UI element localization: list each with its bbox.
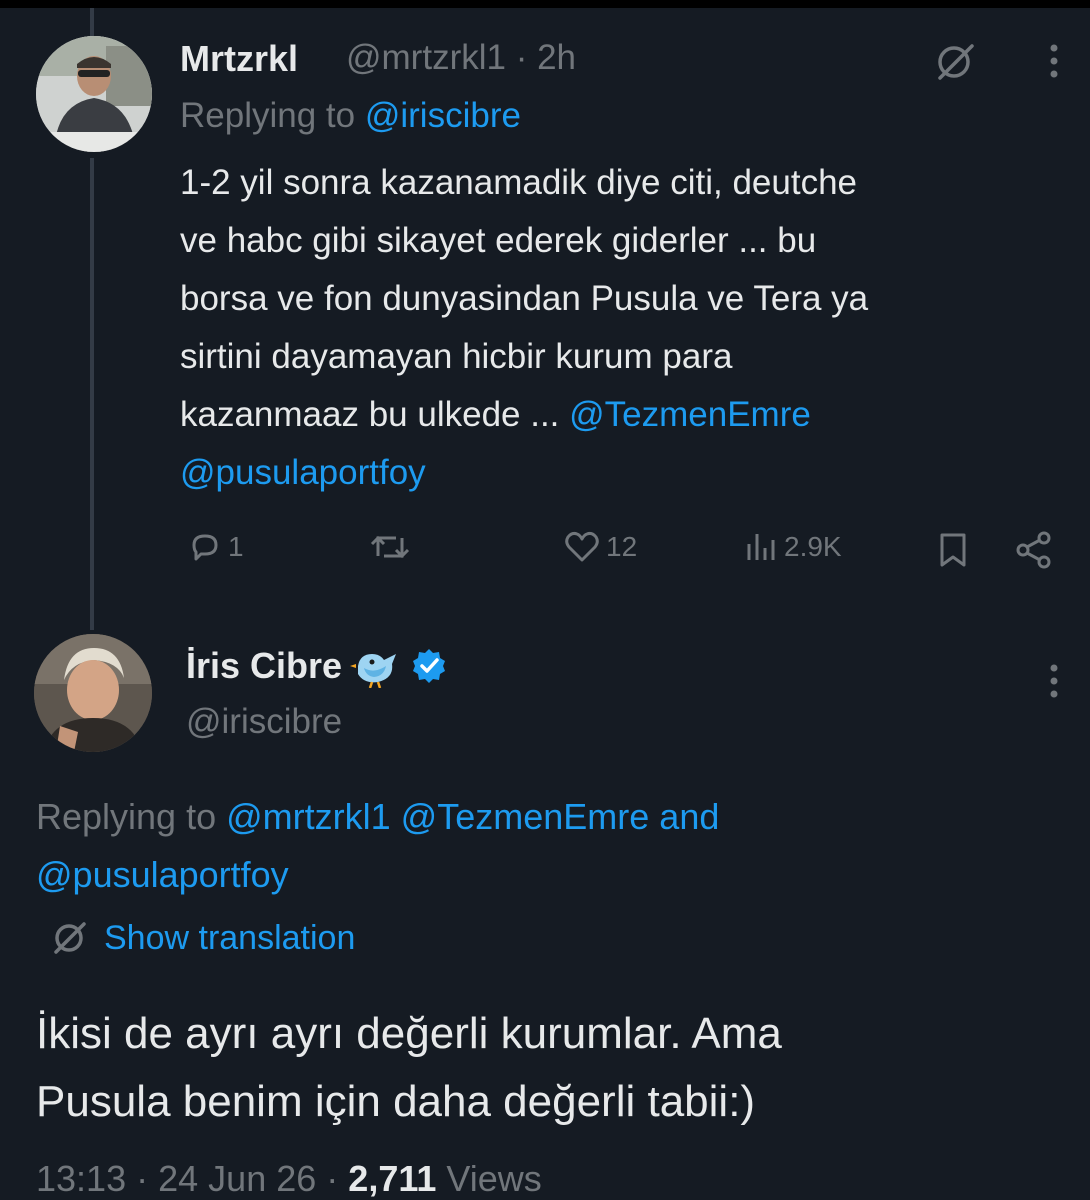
- and-word: and: [659, 796, 720, 837]
- author-name[interactable]: İris Cibre: [186, 645, 342, 687]
- retweet-icon: [370, 530, 410, 564]
- show-translation-label[interactable]: Show translation: [104, 919, 355, 958]
- text-line: 1-2 yil sonra kazanamadik diye citi, deu…: [180, 163, 858, 202]
- replying-to-mention[interactable]: @pusulaportfoy: [36, 854, 289, 895]
- reply-icon: [188, 530, 222, 564]
- text-line: ve habc gibi sikayet ederek giderler ...…: [180, 221, 817, 260]
- reply-count: 1: [228, 531, 244, 562]
- replying-to-line: Replying to @mrtzrkl1 @TezmenEmre and @p…: [36, 788, 1016, 904]
- author-name[interactable]: Mrtzrkl: [180, 38, 298, 80]
- views-count: 2.9K: [784, 531, 842, 562]
- mention-link[interactable]: @pusulaportfoy: [180, 444, 868, 502]
- replying-to-mention[interactable]: @mrtzrkl1: [226, 796, 391, 837]
- text-segment: kazanmaaz bu ulkede ...: [180, 395, 570, 434]
- retweet-button[interactable]: [370, 530, 416, 564]
- timestamp[interactable]: 13:13: [36, 1158, 126, 1199]
- separator: ·: [136, 1158, 149, 1199]
- separator: ·: [326, 1158, 339, 1199]
- top-edge: [0, 0, 1090, 8]
- thread-line: [90, 8, 94, 36]
- author-handle[interactable]: @mrtzrkl1 · 2h: [346, 38, 576, 78]
- more-icon[interactable]: [1044, 42, 1064, 82]
- timestamp[interactable]: 2h: [537, 38, 576, 77]
- like-count: 12: [606, 531, 638, 562]
- author-row: İris Cibre: [186, 644, 448, 688]
- replying-to-line: Replying to @iriscibre: [180, 96, 521, 136]
- tweet-text: İkisi de ayrı ayrı değerli kurumlar. Ama…: [36, 1000, 782, 1136]
- like-icon: [564, 530, 600, 564]
- share-icon[interactable]: [1014, 530, 1054, 570]
- avatar[interactable]: [34, 634, 152, 752]
- replying-to-mention[interactable]: @TezmenEmre: [401, 796, 650, 837]
- views-label: Views: [446, 1158, 542, 1199]
- mention-link[interactable]: @TezmenEmre: [569, 395, 811, 434]
- like-button[interactable]: 12: [564, 530, 637, 564]
- text-line: borsa ve fon dunyasindan Pusula ve Tera …: [180, 279, 869, 318]
- date[interactable]: 24 Jun 26: [158, 1158, 316, 1199]
- text-line: Pusula benim için daha değerli tabii:): [36, 1077, 756, 1126]
- thread-line: [90, 158, 94, 630]
- views-count: 2,711: [348, 1158, 437, 1199]
- views-icon: [744, 530, 778, 564]
- show-translation-button[interactable]: Show translation: [50, 918, 355, 958]
- replying-prefix: Replying to: [180, 96, 356, 135]
- views-button[interactable]: 2.9K: [744, 530, 842, 564]
- tweet-meta: 13:13 · 24 Jun 26 · 2,711 Views: [36, 1158, 542, 1200]
- tweet-text: 1-2 yil sonra kazanamadik diye citi, deu…: [180, 154, 868, 502]
- separator: ·: [515, 38, 528, 77]
- text-line: sirtini dayamayan hicbir kurum para: [180, 337, 733, 376]
- translate-icon: [50, 918, 90, 958]
- handle-text[interactable]: @mrtzrkl1: [346, 38, 506, 77]
- replying-to-mention[interactable]: @iriscibre: [365, 96, 521, 135]
- reply-button[interactable]: 1: [188, 530, 244, 564]
- verified-badge-icon[interactable]: [410, 647, 448, 685]
- more-icon[interactable]: [1044, 662, 1064, 702]
- text-line: kazanmaaz bu ulkede ... @TezmenEmre: [180, 386, 868, 444]
- replying-prefix: Replying to: [36, 796, 217, 837]
- text-line: İkisi de ayrı ayrı değerli kurumlar. Ama: [36, 1009, 782, 1058]
- author-handle[interactable]: @iriscibre: [186, 702, 342, 742]
- bookmark-icon[interactable]: [936, 532, 970, 568]
- grok-icon[interactable]: [932, 38, 980, 86]
- bird-emoji-icon: [350, 644, 402, 688]
- avatar[interactable]: [36, 36, 152, 152]
